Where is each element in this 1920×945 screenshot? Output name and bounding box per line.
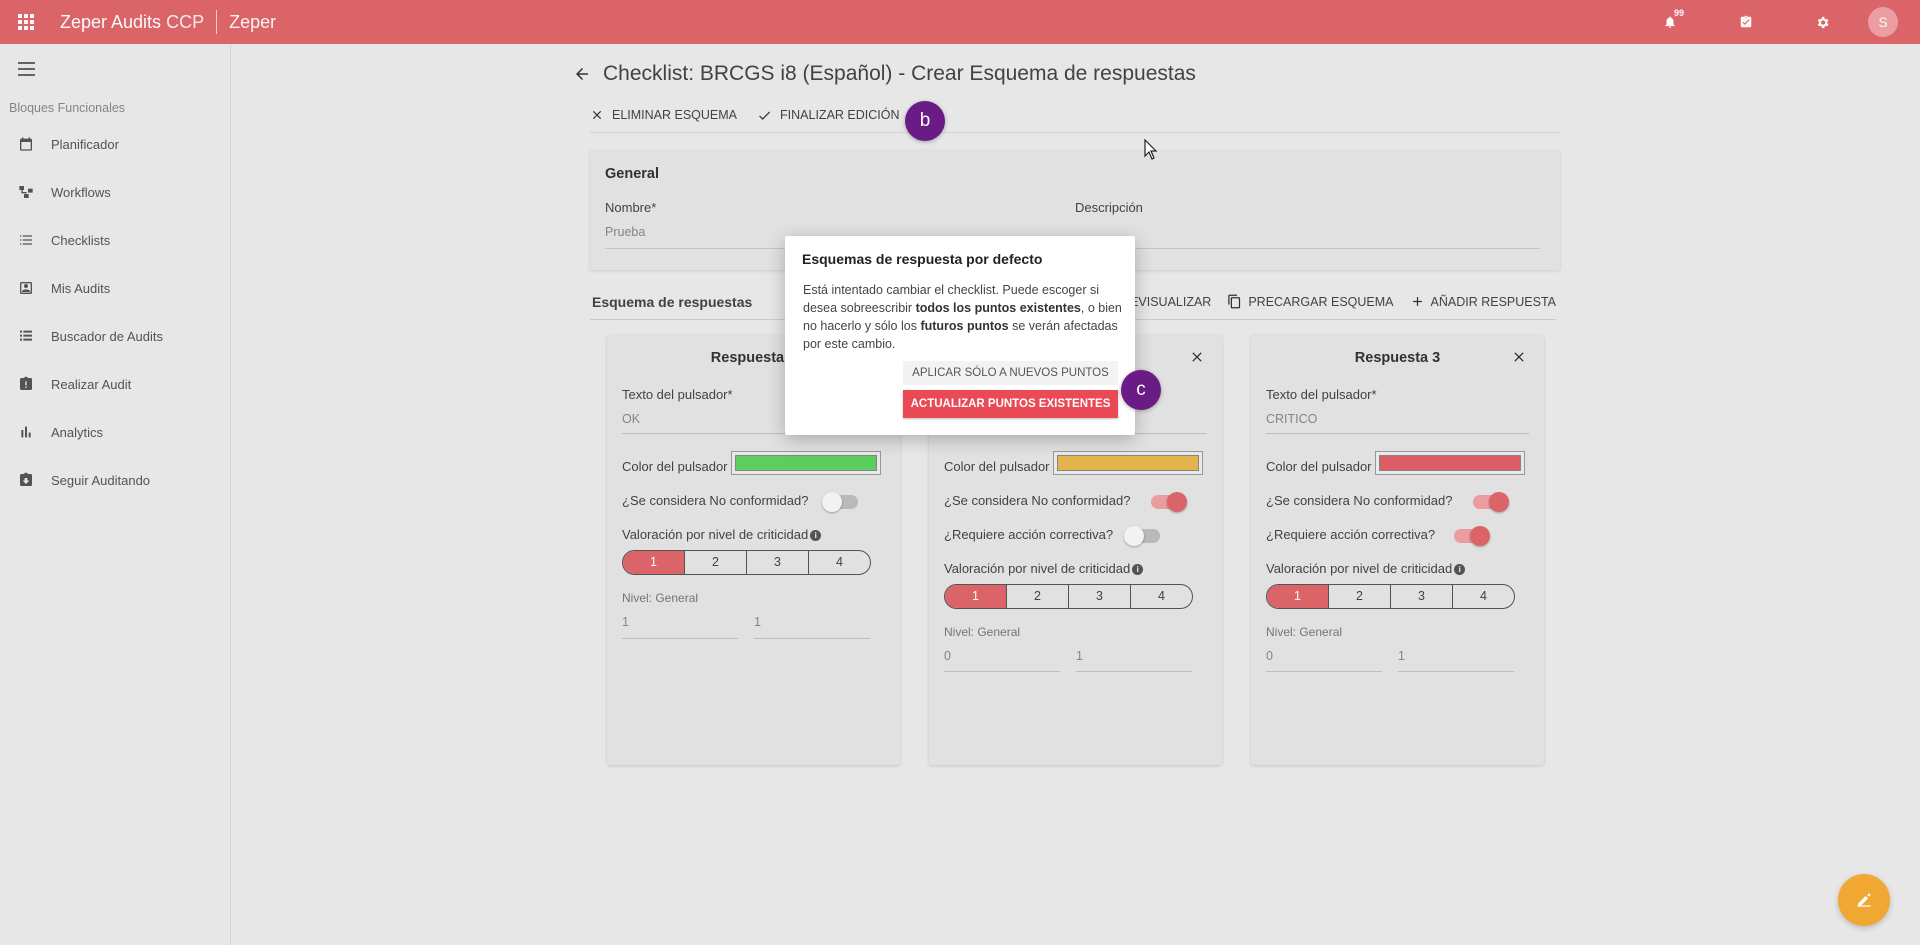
support-chat-button[interactable] <box>1838 874 1890 926</box>
apply-new-points-button[interactable]: APLICAR SÓLO A NUEVOS PUNTOS <box>903 361 1118 385</box>
mouse-cursor-icon <box>1144 139 1158 160</box>
update-existing-points-button[interactable]: ACTUALIZAR PUNTOS EXISTENTES <box>903 390 1118 418</box>
dialog-title: Esquemas de respuesta por defecto <box>802 251 1043 267</box>
step-marker-c: c <box>1121 370 1161 410</box>
default-schema-dialog: Esquemas de respuesta por defecto Está i… <box>785 236 1135 435</box>
dialog-message: Está intentado cambiar el checklist. Pue… <box>803 283 1122 351</box>
step-marker-b: b <box>905 101 945 141</box>
edit-note-icon <box>1857 893 1871 907</box>
modal-backdrop[interactable] <box>0 0 1920 945</box>
